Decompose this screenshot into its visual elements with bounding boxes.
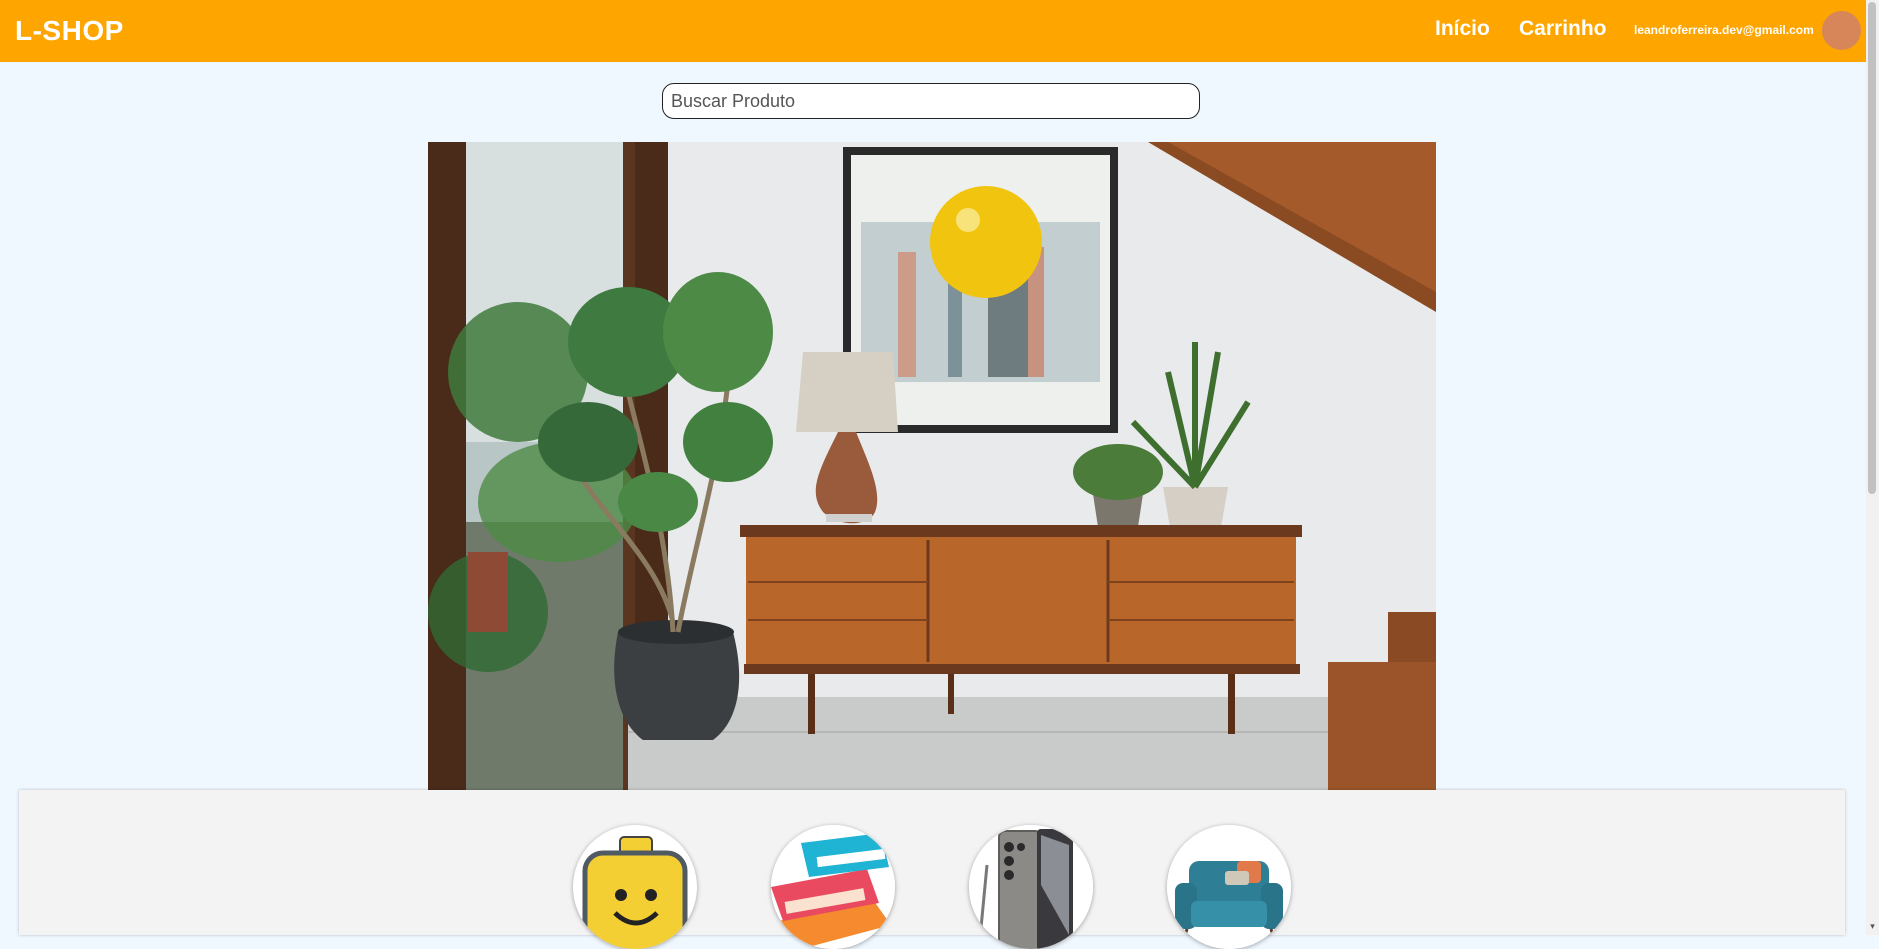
nav-link-inicio[interactable]: Início (1435, 17, 1490, 41)
category-electronics-button[interactable] (969, 825, 1093, 949)
category-toys-button[interactable] (573, 825, 697, 949)
brand-logo[interactable]: L-SHOP (15, 15, 124, 47)
books-icon (771, 825, 895, 949)
categories-section (19, 790, 1845, 949)
smartphone-icon (969, 825, 1093, 949)
top-navbar: L-SHOP Início Carrinho leandroferreira.d… (0, 0, 1866, 62)
scroll-down-arrow-icon[interactable]: ▾ (1867, 920, 1878, 932)
nav-link-carrinho[interactable]: Carrinho (1519, 17, 1607, 41)
user-email: leandroferreira.dev@gmail.com (1634, 23, 1814, 37)
avatar[interactable] (1822, 11, 1861, 50)
category-furniture-button[interactable] (1167, 825, 1291, 949)
sofa-icon (1167, 825, 1291, 949)
lego-head-icon (582, 836, 688, 949)
scrollbar-thumb[interactable] (1868, 2, 1876, 494)
search-input[interactable] (662, 83, 1200, 119)
category-books-button[interactable] (771, 825, 895, 949)
hero-banner-image (428, 142, 1436, 790)
